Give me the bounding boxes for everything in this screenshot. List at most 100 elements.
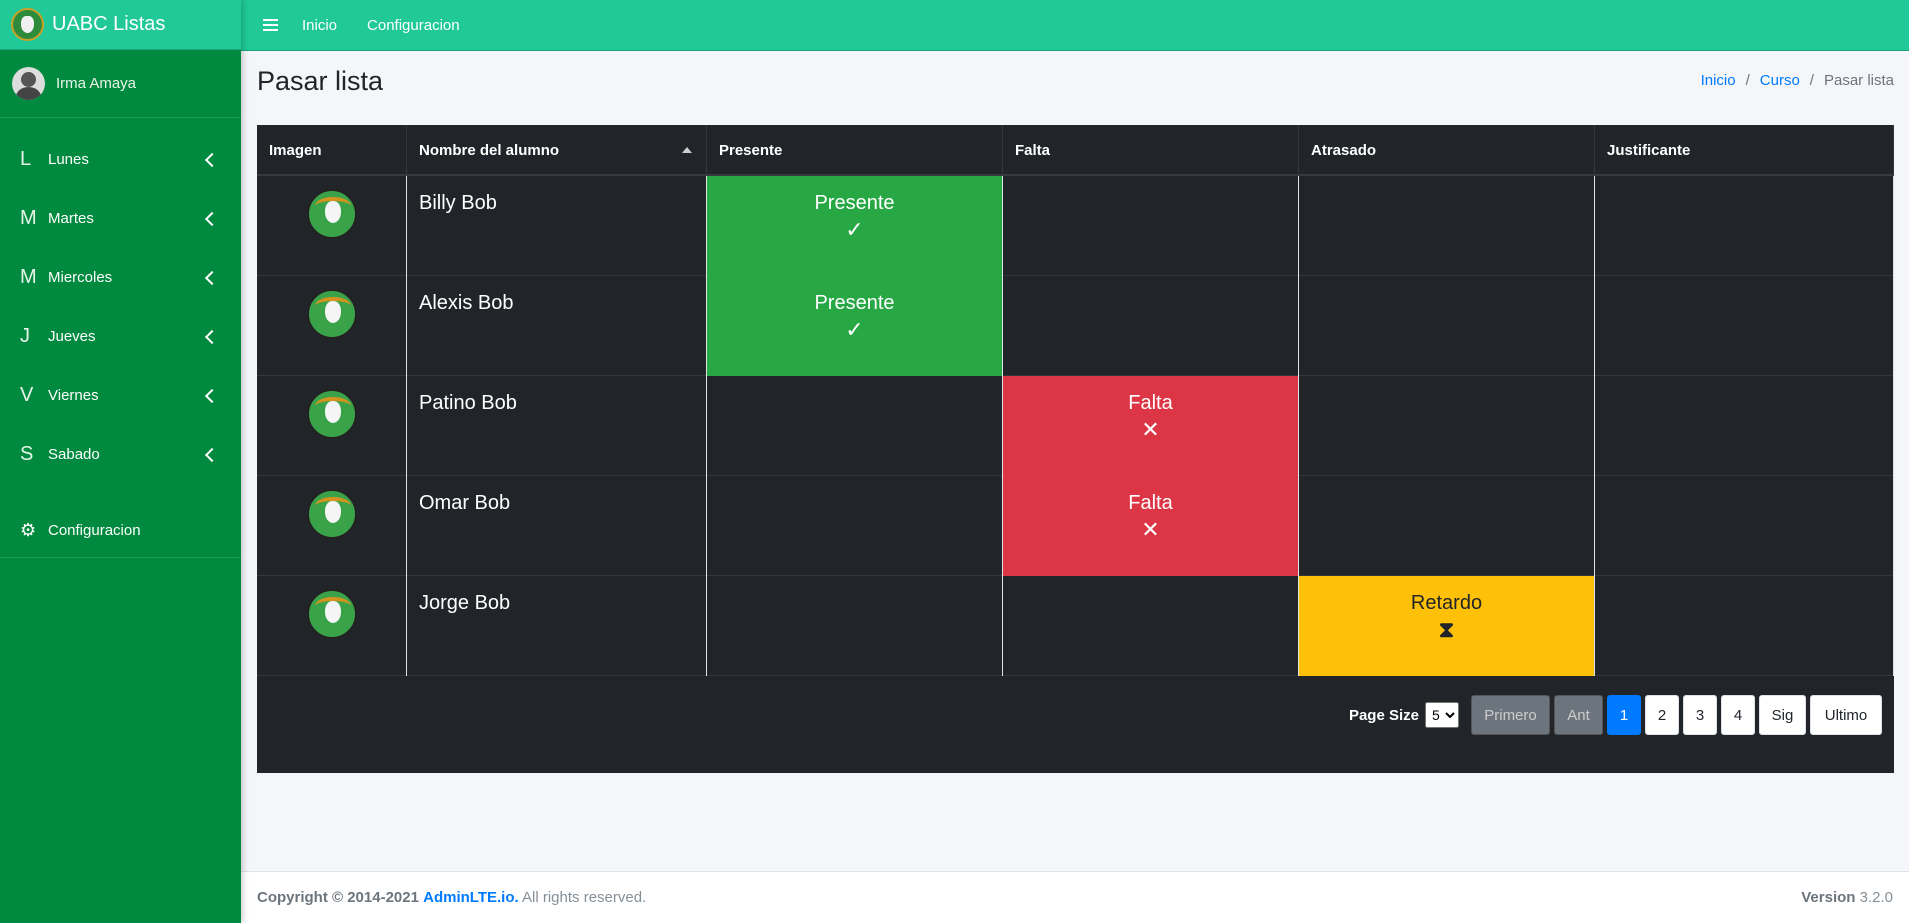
sidebar-item-configuracion[interactable]: ⚙ Configuracion	[0, 504, 241, 558]
student-name-cell: Billy Bob	[407, 176, 707, 276]
sidebar-item-jueves[interactable]: J Jueves	[0, 307, 241, 366]
late-status[interactable]: Retardo ⧗	[1299, 576, 1594, 676]
student-image-cell	[257, 276, 407, 376]
breadcrumb-curso[interactable]: Curso	[1760, 72, 1800, 89]
absent-cell[interactable]	[1003, 576, 1299, 676]
student-avatar	[307, 189, 357, 239]
menu-toggle-icon[interactable]	[263, 16, 278, 34]
chevron-left-icon	[204, 388, 220, 403]
student-name-cell: Alexis Bob	[407, 276, 707, 376]
page-1-button[interactable]: 1	[1607, 695, 1641, 735]
table-row: Omar Bob Falta ✕	[257, 476, 1894, 576]
absent-cell[interactable]: Falta ✕	[1003, 476, 1299, 576]
letter-m-icon: M	[20, 207, 37, 229]
sidebar-item-label: Viernes	[48, 387, 99, 404]
version-number: 3.2.0	[1859, 889, 1893, 906]
present-cell[interactable]	[707, 576, 1003, 676]
nav-link-inicio[interactable]: Inicio	[302, 17, 337, 34]
student-name: Jorge Bob	[419, 592, 511, 614]
attendance-card: Imagen Nombre del alumno Presente Falta …	[257, 125, 1894, 773]
attendance-table: Imagen Nombre del alumno Presente Falta …	[257, 125, 1894, 676]
page-size-select[interactable]: 5	[1425, 702, 1459, 728]
justification-cell[interactable]	[1595, 576, 1894, 676]
student-image-cell	[257, 576, 407, 676]
justification-cell[interactable]	[1595, 276, 1894, 376]
header-falta: Falta	[1003, 125, 1299, 176]
present-cell[interactable]: Presente ✓	[707, 176, 1003, 276]
breadcrumb-inicio[interactable]: Inicio	[1701, 72, 1736, 89]
brand-link[interactable]: UABC Listas	[0, 0, 241, 50]
absent-status[interactable]: Falta ✕	[1003, 476, 1298, 576]
chevron-left-icon	[204, 211, 220, 226]
student-name-cell: Jorge Bob	[407, 576, 707, 676]
present-status[interactable]: Presente ✓	[707, 176, 1002, 276]
present-cell[interactable]	[707, 376, 1003, 476]
nav-link-configuracion[interactable]: Configuracion	[367, 17, 460, 34]
late-cell[interactable]	[1299, 276, 1595, 376]
header-justificante: Justificante	[1595, 125, 1894, 176]
late-cell[interactable]	[1299, 476, 1595, 576]
sidebar-item-viernes[interactable]: V Viernes	[0, 366, 241, 425]
avatar	[12, 67, 45, 100]
brand-title: UABC Listas	[52, 13, 166, 35]
justification-cell[interactable]	[1595, 376, 1894, 476]
user-name: Irma Amaya	[56, 75, 137, 92]
adminlte-link[interactable]: AdminLTE.io.	[423, 889, 519, 906]
sidebar-item-martes[interactable]: M Martes	[0, 189, 241, 248]
next-page-button[interactable]: Sig	[1759, 695, 1806, 735]
user-panel[interactable]: Irma Amaya	[0, 50, 241, 118]
present-cell[interactable]: Presente ✓	[707, 276, 1003, 376]
rights-text: All rights reserved.	[522, 889, 647, 906]
late-cell[interactable]: Retardo ⧗	[1299, 576, 1595, 676]
chevron-left-icon	[204, 329, 220, 344]
sort-ascending-icon[interactable]	[682, 147, 692, 153]
justification-cell[interactable]	[1595, 476, 1894, 576]
sidebar-item-label: Configuracion	[48, 522, 141, 539]
sidebar-item-miercoles[interactable]: M Miercoles	[0, 248, 241, 307]
absent-label: Falta	[1128, 392, 1173, 414]
late-label: Retardo	[1410, 592, 1483, 614]
letter-v-icon: V	[20, 384, 34, 406]
header-nombre[interactable]: Nombre del alumno	[407, 125, 707, 176]
student-avatar	[307, 389, 357, 439]
last-page-button[interactable]: Ultimo	[1810, 695, 1882, 735]
breadcrumb-separator: /	[1809, 72, 1814, 89]
sidebar-item-sabado[interactable]: S Sabado	[0, 425, 241, 484]
student-avatar	[307, 289, 357, 339]
letter-m-icon: M	[20, 266, 37, 288]
first-page-button[interactable]: Primero	[1471, 695, 1550, 735]
nav-gap	[0, 484, 241, 504]
present-cell[interactable]	[707, 476, 1003, 576]
justification-cell[interactable]	[1595, 176, 1894, 276]
page-4-button[interactable]: 4	[1721, 695, 1755, 735]
content-wrapper: Pasar lista Inicio / Curso / Pasar lista…	[241, 51, 1909, 871]
late-cell[interactable]	[1299, 176, 1595, 276]
close-icon: ✕	[1141, 417, 1160, 442]
header-atrasado: Atrasado	[1299, 125, 1595, 176]
hourglass-icon: ⧗	[1438, 617, 1455, 642]
absent-cell[interactable]: Falta ✕	[1003, 376, 1299, 476]
letter-l-icon: L	[20, 148, 32, 170]
pagination: Page Size 5 Primero Ant 1 2 3 4 Sig Ulti…	[1349, 695, 1882, 735]
table-row: Alexis Bob Presente ✓	[257, 276, 1894, 376]
table-row: Patino Bob Falta ✕	[257, 376, 1894, 476]
close-icon: ✕	[1141, 517, 1160, 542]
absent-cell[interactable]	[1003, 276, 1299, 376]
page-2-button[interactable]: 2	[1645, 695, 1679, 735]
absent-cell[interactable]	[1003, 176, 1299, 276]
late-cell[interactable]	[1299, 376, 1595, 476]
footer-copyright: Copyright © 2014-2021 AdminLTE.io. All r…	[257, 889, 646, 906]
prev-page-button[interactable]: Ant	[1554, 695, 1603, 735]
sidebar-item-label: Martes	[48, 210, 94, 227]
header-presente: Presente	[707, 125, 1003, 176]
uabc-logo-icon	[11, 8, 44, 41]
header-nombre-label: Nombre del alumno	[419, 142, 560, 159]
sidebar-item-lunes[interactable]: L Lunes	[0, 130, 241, 189]
page-3-button[interactable]: 3	[1683, 695, 1717, 735]
present-status[interactable]: Presente ✓	[707, 276, 1002, 376]
present-label: Presente	[814, 192, 895, 214]
version-label: Version	[1801, 889, 1856, 906]
absent-status[interactable]: Falta ✕	[1003, 376, 1298, 476]
gear-icon: ⚙	[20, 520, 37, 540]
present-label: Presente	[814, 292, 895, 314]
